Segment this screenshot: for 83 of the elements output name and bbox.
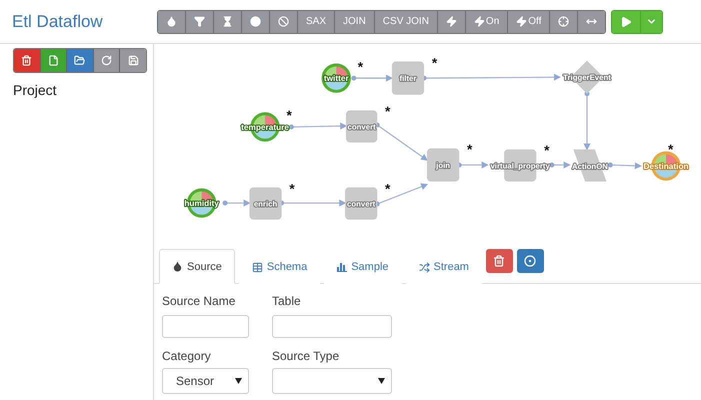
crosshair-icon — [558, 16, 570, 27]
caret-icon — [235, 378, 242, 384]
category-select[interactable]: Sensor — [162, 368, 249, 394]
file-icon — [48, 55, 59, 66]
open-button[interactable] — [67, 49, 94, 72]
caret-icon — [378, 378, 385, 384]
modified-mark: * — [286, 108, 292, 124]
modified-mark: * — [385, 181, 390, 196]
dropdown-button[interactable] — [640, 10, 662, 32]
node-label: enrich — [254, 199, 278, 208]
field-label: Source Name — [162, 292, 236, 310]
source-name-field[interactable] — [162, 315, 249, 338]
connector-arrow — [374, 183, 428, 206]
field-label: Table — [272, 292, 301, 310]
delete-button[interactable] — [486, 249, 513, 273]
project-heading: Project — [13, 82, 57, 98]
connector-arrow — [374, 122, 428, 161]
tab[interactable]: Source — [159, 249, 235, 284]
run-button[interactable] — [612, 10, 640, 32]
field-label: Category — [162, 348, 211, 364]
action-node[interactable] — [573, 149, 606, 182]
toolbar-button[interactable]: JOIN — [335, 10, 375, 32]
modified-mark: * — [544, 143, 550, 158]
toolbar-button[interactable]: On — [466, 10, 508, 32]
trash-icon — [493, 255, 506, 267]
settings-button[interactable] — [516, 249, 544, 273]
modified-mark: * — [432, 55, 438, 70]
droplet-icon — [172, 261, 183, 272]
lightning-icon — [516, 16, 528, 27]
table-field[interactable] — [272, 315, 392, 338]
app-title: Etl Dataflow — [12, 12, 104, 32]
connector-arrow — [608, 162, 642, 170]
process-node[interactable] — [392, 62, 424, 95]
trash-icon — [21, 55, 32, 66]
connector-arrow — [549, 161, 571, 168]
refresh-button[interactable] — [94, 49, 120, 72]
table-icon — [252, 262, 263, 272]
field-label: Source Type — [272, 348, 340, 364]
toolbar-button[interactable]: Off — [508, 10, 550, 32]
hourglass-button[interactable] — [214, 10, 242, 32]
droplet-button[interactable] — [158, 10, 186, 32]
slashed-circle-icon — [278, 16, 289, 27]
lightning-icon — [474, 16, 485, 27]
new-button[interactable] — [40, 49, 68, 72]
filter-icon — [194, 16, 205, 27]
save-button[interactable] — [120, 49, 146, 72]
delete-button[interactable] — [14, 49, 41, 72]
lightning-button[interactable] — [438, 10, 466, 32]
process-node[interactable] — [346, 110, 378, 143]
process-node[interactable] — [249, 187, 282, 220]
connector-arrow — [288, 122, 348, 130]
toolbar-button[interactable]: CSV JOIN — [374, 10, 438, 32]
modified-mark: * — [467, 142, 472, 158]
droplet-icon — [166, 16, 177, 27]
connector-arrow — [222, 200, 251, 207]
shuffle-icon — [418, 262, 430, 272]
filter-button[interactable] — [186, 10, 214, 32]
folder-icon — [74, 55, 86, 66]
hourglass-icon — [222, 16, 233, 27]
node-label: TriggerEvent — [563, 73, 611, 82]
save-icon — [128, 55, 139, 66]
toolbar-button[interactable]: SAX — [298, 10, 336, 32]
connector-arrow — [279, 200, 346, 207]
process-node[interactable] — [427, 148, 460, 182]
modified-mark: * — [289, 181, 295, 196]
node-label: join — [436, 160, 450, 170]
circle-dot-icon — [524, 255, 536, 267]
crosshair-button[interactable] — [550, 10, 578, 32]
process-node[interactable] — [345, 187, 378, 220]
arrows-icon — [586, 16, 598, 27]
node-label: virtual_property — [490, 161, 550, 170]
play-icon — [620, 16, 632, 28]
modified-mark: * — [385, 104, 390, 120]
bar-chart-icon — [337, 262, 348, 272]
arrows-button[interactable] — [578, 10, 606, 32]
connector-arrow — [584, 91, 590, 151]
slashed-circle-button[interactable] — [270, 10, 298, 32]
lightning-icon — [446, 16, 457, 27]
refresh-icon — [101, 55, 112, 66]
connector-arrow — [351, 74, 394, 82]
node-label: ActionON — [572, 162, 608, 171]
modified-mark: * — [668, 142, 674, 158]
modified-mark: * — [358, 59, 364, 74]
